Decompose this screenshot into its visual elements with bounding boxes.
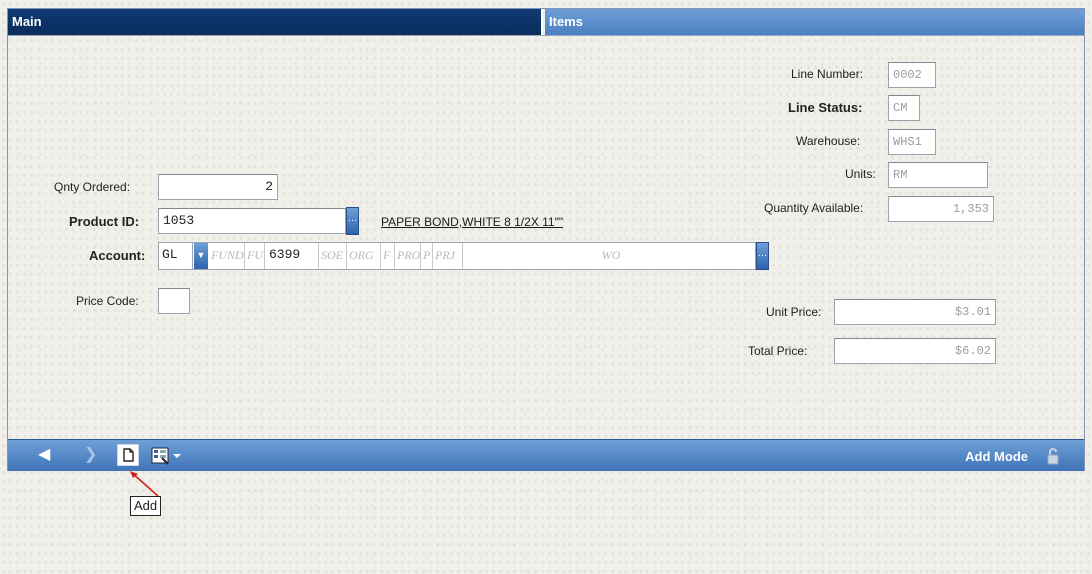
- units-field: RM: [888, 162, 988, 188]
- product-lookup-button[interactable]: …: [346, 207, 359, 235]
- mode-indicator: Add Mode: [965, 449, 1028, 464]
- account-lookup-button[interactable]: …: [756, 242, 769, 270]
- account-seg-f[interactable]: F: [381, 243, 395, 269]
- product-id-label: Product ID:: [69, 214, 140, 229]
- add-tooltip: Add: [130, 496, 162, 516]
- tab-main[interactable]: Main: [8, 9, 543, 35]
- line-number-label: Line Number:: [791, 67, 864, 81]
- account-seg-soe[interactable]: SOE: [319, 243, 347, 269]
- record-toolbar: ◀ ❯ Add Mode: [8, 439, 1084, 471]
- right-arrow-icon[interactable]: ❯: [84, 445, 97, 465]
- add-button[interactable]: [117, 444, 139, 466]
- account-seg-org[interactable]: ORG: [347, 243, 381, 269]
- units-label: Units:: [845, 167, 876, 181]
- tab-items[interactable]: Items: [545, 9, 1084, 35]
- account-label: Account:: [89, 248, 146, 263]
- quantity-available-label: Quantity Available:: [764, 201, 864, 215]
- unit-price-field: $3.01: [834, 299, 996, 325]
- items-form-panel: Main Items Line Number: 0002 Line Status…: [7, 8, 1085, 471]
- account-type-select[interactable]: GL: [159, 243, 193, 269]
- account-seg-p[interactable]: P: [421, 243, 433, 269]
- price-code-label: Price Code:: [76, 294, 139, 308]
- chevron-down-icon[interactable]: ▼: [194, 243, 208, 269]
- quantity-available-field: 1,353: [888, 196, 994, 222]
- qty-ordered-input[interactable]: 2: [158, 174, 278, 200]
- lock-icon: [1047, 448, 1059, 465]
- account-seg-fu[interactable]: FU: [245, 243, 265, 269]
- report-menu-button[interactable]: [150, 446, 186, 466]
- account-seg-wo[interactable]: WO: [463, 243, 757, 269]
- unit-price-label: Unit Price:: [766, 305, 822, 319]
- product-id-input[interactable]: 1053: [158, 208, 346, 234]
- new-document-icon: [123, 448, 134, 462]
- total-price-field: $6.02: [834, 338, 996, 364]
- line-number-field: 0002: [888, 62, 936, 88]
- product-description-link[interactable]: PAPER BOND,WHITE 8 1/2X 11"": [381, 215, 563, 229]
- warehouse-label: Warehouse:: [796, 134, 861, 148]
- account-seg-pro[interactable]: PRO: [395, 243, 421, 269]
- form-body: Line Number: 0002 Line Status: CM Wareho…: [8, 35, 1084, 439]
- price-code-input[interactable]: [158, 288, 190, 314]
- line-status-field: CM: [888, 95, 920, 121]
- left-arrow-icon[interactable]: ◀: [38, 445, 50, 465]
- warehouse-field: WHS1: [888, 129, 936, 155]
- account-seg-object[interactable]: 6399: [265, 243, 319, 269]
- account-seg-prj[interactable]: PRJ: [433, 243, 463, 269]
- account-field-group: GL ▼ FUND FU 6399 SOE ORG F PRO P PRJ WO: [158, 242, 756, 270]
- report-menu-icon: [151, 447, 181, 465]
- qty-ordered-label: Qnty Ordered:: [54, 180, 131, 194]
- total-price-label: Total Price:: [748, 344, 808, 358]
- line-status-label: Line Status:: [788, 100, 863, 115]
- account-seg-fund[interactable]: FUND: [209, 243, 245, 269]
